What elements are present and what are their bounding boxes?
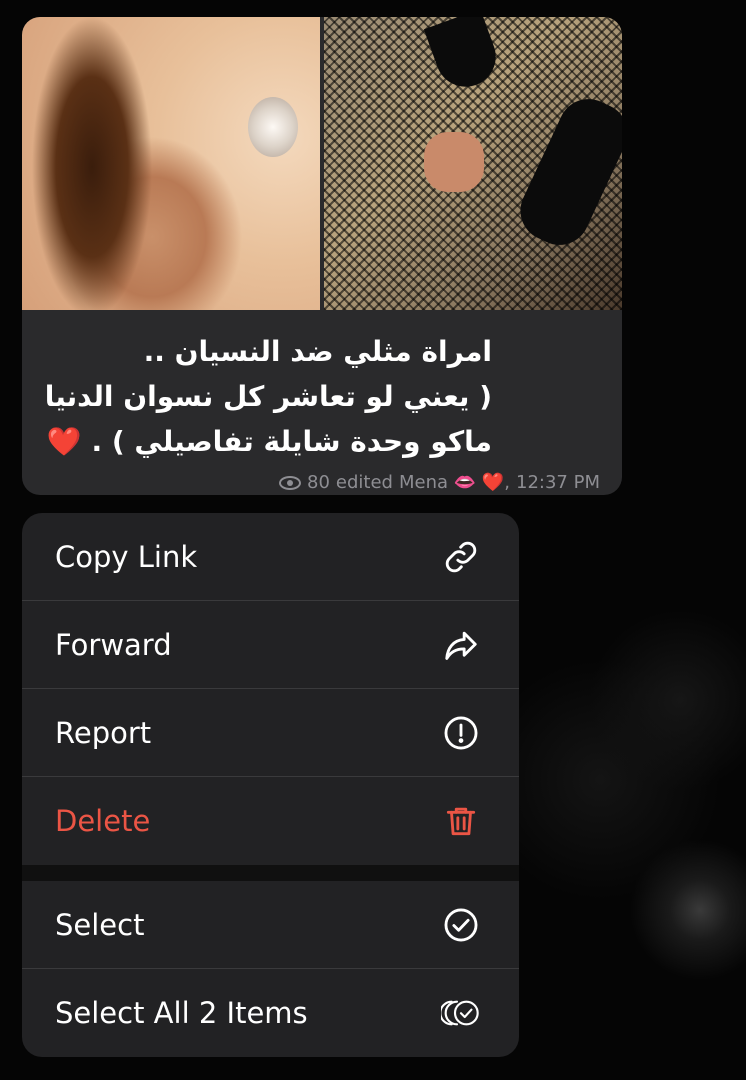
album-photo-1[interactable] — [22, 17, 320, 310]
exclamation-circle-icon — [441, 713, 481, 753]
report-button[interactable]: Report — [22, 689, 519, 777]
menu-item-label: Forward — [55, 627, 172, 662]
message-bubble[interactable]: امراة مثلي ضد النسيان .. ( يعني لو تعاشر… — [22, 17, 622, 495]
menu-item-label: Delete — [55, 804, 151, 838]
eye-icon — [279, 475, 301, 490]
copy-link-button[interactable]: Copy Link — [22, 513, 519, 601]
photo-detail — [248, 97, 298, 157]
album-photo-2[interactable] — [324, 17, 622, 310]
menu-item-label: Copy Link — [55, 539, 198, 574]
photo-album — [22, 17, 622, 310]
context-menu: Copy Link Forward Report Delete Select S… — [22, 513, 519, 1057]
caption-line: ( يعني لو تعاشر كل نسوان الدنيا — [44, 380, 492, 413]
select-all-button[interactable]: Select All 2 Items — [22, 969, 519, 1057]
menu-group-selection: Select Select All 2 Items — [22, 881, 519, 1057]
delete-button[interactable]: Delete — [22, 777, 519, 865]
menu-item-label: Select All 2 Items — [55, 996, 308, 1030]
menu-group-actions: Copy Link Forward Report Delete — [22, 513, 519, 865]
forward-button[interactable]: Forward — [22, 601, 519, 689]
link-icon — [441, 537, 481, 577]
photo-detail — [423, 17, 505, 96]
menu-item-label: Report — [55, 715, 152, 750]
menu-item-label: Select — [55, 907, 145, 942]
trash-icon — [441, 801, 481, 841]
caption-line: امراة مثلي ضد النسيان .. — [143, 335, 492, 368]
message-caption: امراة مثلي ضد النسيان .. ( يعني لو تعاشر… — [22, 329, 492, 464]
multi-checkmark-circle-icon — [441, 993, 481, 1033]
photo-detail — [510, 89, 622, 255]
message-meta: 80 edited Mena 👄 ❤️, 12:37 PM — [279, 472, 600, 493]
checkmark-circle-icon — [441, 905, 481, 945]
select-button[interactable]: Select — [22, 881, 519, 969]
menu-separator — [22, 865, 519, 881]
edited-label: edited — [335, 472, 393, 493]
author-signature: Mena 👄 ❤️, — [398, 472, 511, 493]
message-time: 12:37 PM — [516, 472, 600, 493]
forward-arrow-icon — [441, 625, 481, 665]
photo-detail — [424, 132, 484, 192]
caption-line: ماكو وحدة شايلة تفاصيلي ) . ❤️ — [46, 425, 492, 458]
view-count: 80 — [307, 472, 330, 493]
